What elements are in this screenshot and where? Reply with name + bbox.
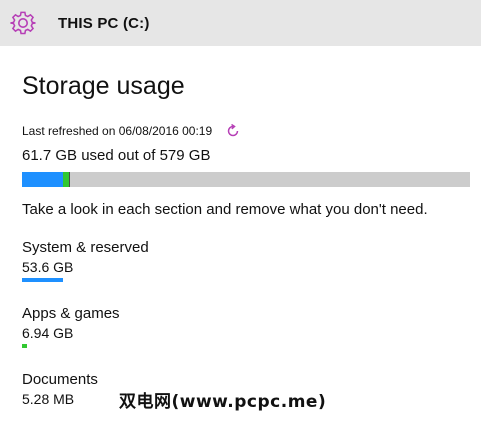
category-label: System & reserved bbox=[22, 239, 149, 256]
usage-segment bbox=[68, 172, 70, 187]
main-content: Storage usage Last refreshed on 06/08/20… bbox=[22, 72, 470, 407]
last-refreshed-text: Last refreshed on 06/08/2016 00:19 bbox=[22, 124, 213, 138]
usage-segment bbox=[22, 172, 64, 187]
refresh-icon[interactable] bbox=[226, 124, 240, 138]
watermark-text: 双电网(www.pcpc.me) bbox=[119, 392, 327, 412]
gear-icon[interactable] bbox=[10, 10, 36, 36]
page-header-title: THIS PC (C:) bbox=[58, 15, 150, 32]
category-usage-bar bbox=[22, 344, 28, 348]
storage-usage-bar bbox=[22, 172, 470, 187]
category-usage-bar bbox=[22, 278, 64, 282]
category-apps-games[interactable]: Apps & games 6.94 GB bbox=[22, 305, 322, 348]
category-label: Apps & games bbox=[22, 305, 120, 322]
used-summary: 61.7 GB used out of 579 GB bbox=[22, 147, 211, 164]
last-refreshed-row: Last refreshed on 06/08/2016 00:19 bbox=[22, 124, 240, 138]
header-bar: THIS PC (C:) bbox=[0, 0, 481, 46]
category-size: 53.6 GB bbox=[22, 259, 74, 275]
category-system-reserved[interactable]: System & reserved 53.6 GB bbox=[22, 239, 322, 282]
category-size: 6.94 GB bbox=[22, 325, 74, 341]
hint-text: Take a look in each section and remove w… bbox=[22, 201, 428, 218]
page-title: Storage usage bbox=[22, 72, 185, 100]
